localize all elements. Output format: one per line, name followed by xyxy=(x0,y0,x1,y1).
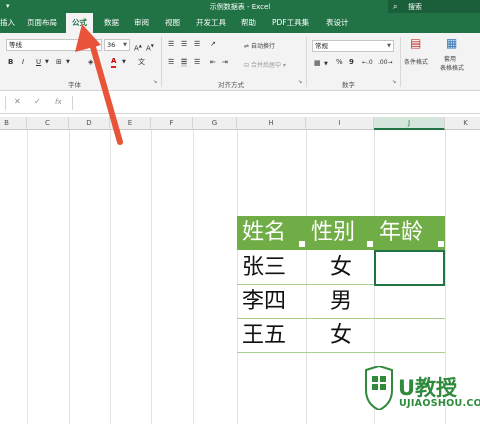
watermark-shield-logo xyxy=(365,366,393,410)
annotation-arrow xyxy=(75,24,123,145)
watermark-url: UJIAOSHOU.COM xyxy=(399,398,480,409)
